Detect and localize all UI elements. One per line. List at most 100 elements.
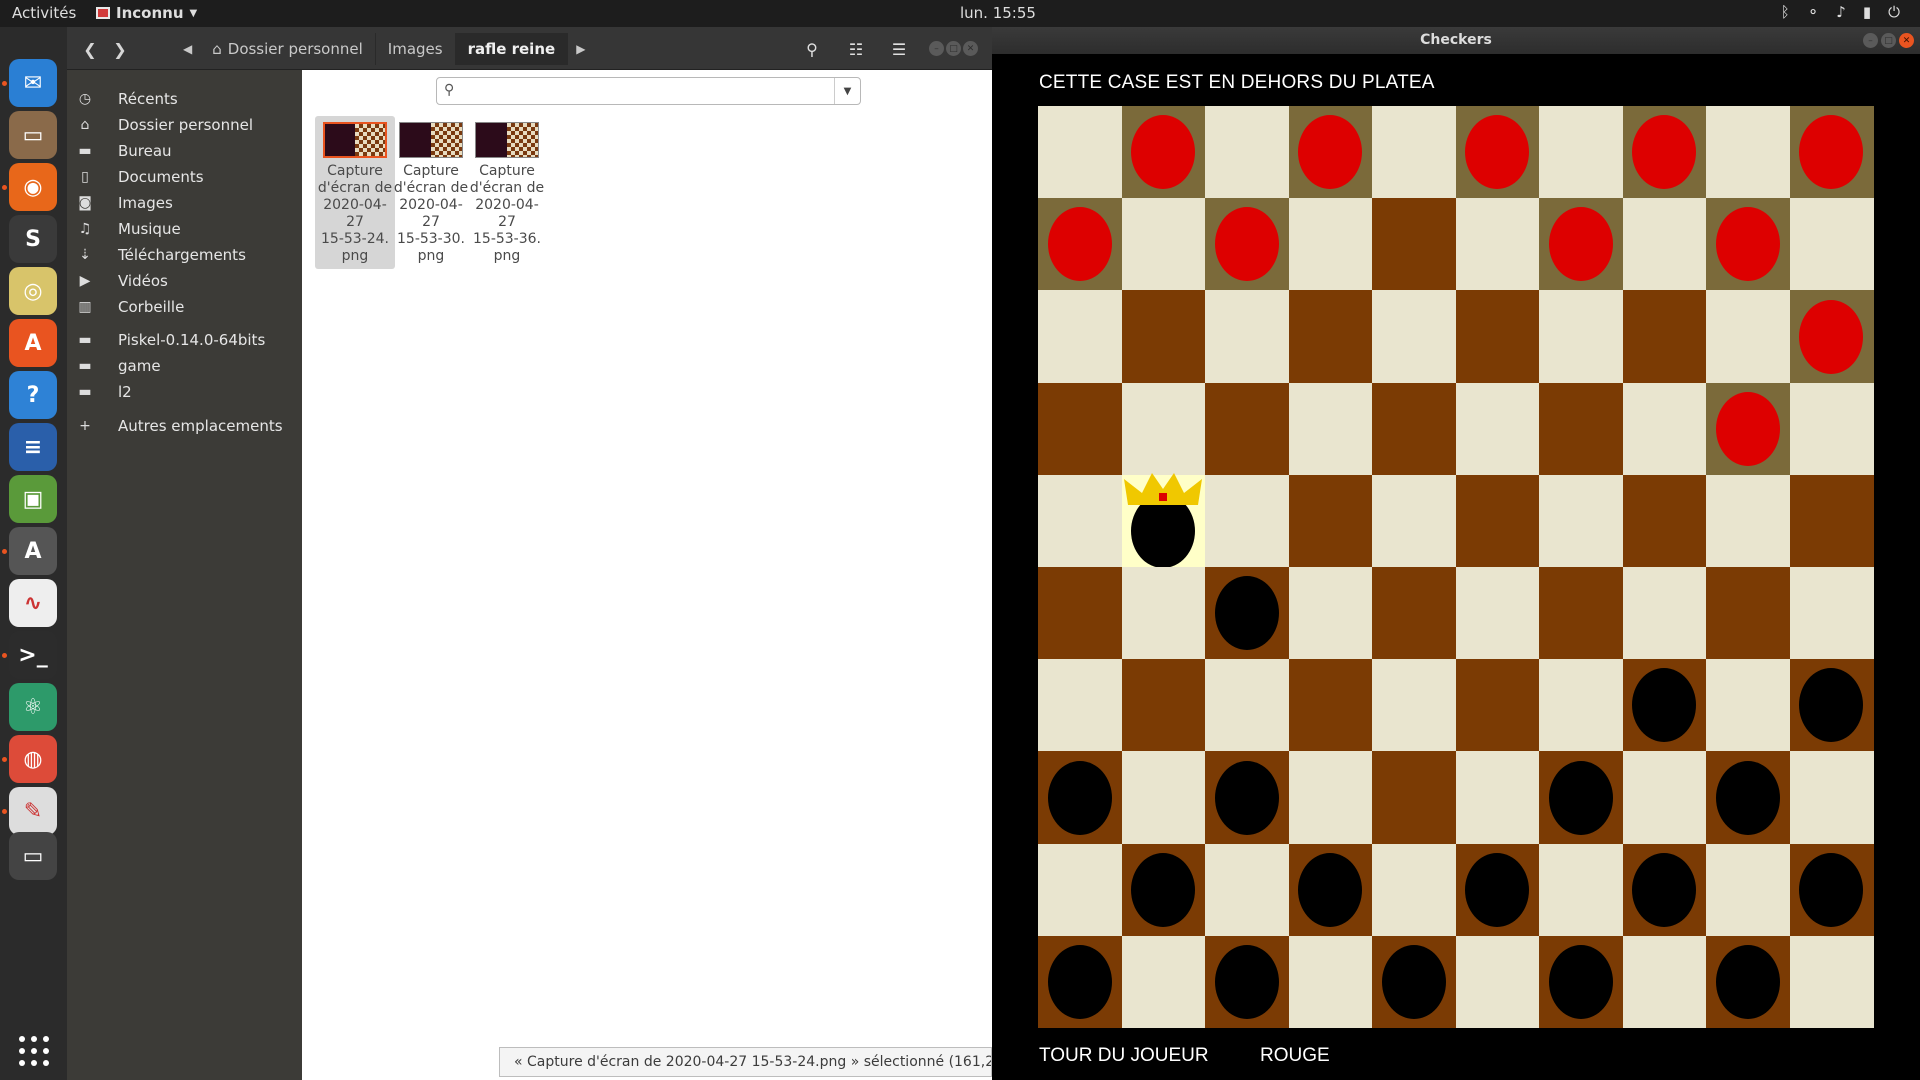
checkers-close-button[interactable]: ✕	[1899, 33, 1914, 48]
board-square[interactable]	[1622, 290, 1707, 384]
board-square[interactable]	[1288, 198, 1373, 291]
atom-icon[interactable]: ⚛	[9, 683, 57, 731]
file-item[interactable]: Capture d'écran de 2020-04-27 15-53-36. …	[467, 116, 547, 269]
board-square[interactable]	[1455, 382, 1540, 476]
black-piece[interactable]	[1298, 852, 1363, 927]
battery-icon[interactable]: ▮	[1863, 3, 1871, 21]
board-square[interactable]	[1121, 567, 1206, 660]
software-center-icon[interactable]: A	[9, 319, 57, 367]
system-tray[interactable]: ᛒ ⚬ ♪ ▮ ⏻	[1781, 3, 1900, 21]
view-toggle-button[interactable]: ☷	[837, 33, 875, 65]
board-square[interactable]	[1038, 659, 1122, 752]
image-viewer-icon[interactable]: ▣	[9, 475, 57, 523]
board-square[interactable]	[1455, 198, 1540, 291]
board-square[interactable]	[1372, 843, 1456, 937]
black-piece[interactable]	[1548, 760, 1613, 835]
board-square[interactable]	[1038, 290, 1122, 384]
breadcrumb-home[interactable]: ⌂ Dossier personnel	[200, 33, 376, 65]
board-square[interactable]	[1706, 474, 1790, 568]
board-square[interactable]	[1038, 567, 1122, 660]
board-square[interactable]	[1121, 198, 1206, 291]
volume-icon[interactable]: ♪	[1836, 3, 1846, 21]
board-square[interactable]	[1288, 567, 1373, 660]
black-piece[interactable]	[1047, 944, 1112, 1019]
board-square[interactable]	[1455, 474, 1540, 568]
board-square[interactable]	[1121, 290, 1206, 384]
checkers-maximize-button[interactable]: □	[1881, 33, 1896, 48]
board-square[interactable]	[1455, 751, 1540, 845]
network-icon[interactable]: ⚬	[1807, 3, 1820, 21]
firefox-icon[interactable]: ◉	[9, 163, 57, 211]
text-editor-icon[interactable]: ✎	[9, 787, 57, 835]
board-square[interactable]	[1372, 290, 1456, 384]
thunderbird-icon[interactable]: ✉	[9, 59, 57, 107]
board-square[interactable]	[1789, 474, 1874, 568]
board-square[interactable]	[1539, 474, 1623, 568]
red-piece[interactable]	[1799, 115, 1864, 190]
files-icon[interactable]: ▭	[9, 111, 57, 159]
board-square[interactable]	[1706, 290, 1790, 384]
board-square[interactable]	[1539, 659, 1623, 752]
board-square[interactable]	[1539, 290, 1623, 384]
board-square[interactable]	[1622, 935, 1707, 1029]
board-square[interactable]	[1455, 290, 1540, 384]
sidebar-item-corbeille[interactable]: ▥ Corbeille	[67, 292, 302, 322]
black-piece[interactable]	[1214, 576, 1279, 651]
board-square[interactable]	[1121, 659, 1206, 752]
board-square[interactable]	[1706, 843, 1790, 937]
board-square[interactable]	[1455, 935, 1540, 1029]
board-square[interactable]	[1372, 106, 1456, 199]
black-piece[interactable]	[1047, 760, 1112, 835]
breadcrumb-images[interactable]: Images	[376, 33, 456, 65]
forward-button[interactable]: ❯	[105, 34, 135, 64]
checkers-minimize-button[interactable]: –	[1863, 33, 1878, 48]
board-square[interactable]	[1539, 567, 1623, 660]
checkers-board[interactable]	[1038, 106, 1874, 1029]
search-input[interactable]	[463, 81, 823, 101]
window-icon[interactable]: ▭	[9, 832, 57, 880]
board-square[interactable]	[1539, 382, 1623, 476]
red-piece[interactable]	[1632, 115, 1697, 190]
black-piece[interactable]	[1131, 852, 1196, 927]
board-square[interactable]	[1706, 567, 1790, 660]
board-square[interactable]	[1455, 567, 1540, 660]
board-square[interactable]	[1789, 198, 1874, 291]
board-square[interactable]	[1706, 659, 1790, 752]
software-updater-icon[interactable]: A	[9, 527, 57, 575]
black-piece[interactable]	[1799, 852, 1864, 927]
board-square[interactable]	[1205, 659, 1289, 752]
board-square[interactable]	[1038, 843, 1122, 937]
board-square[interactable]	[1205, 382, 1289, 476]
file-item[interactable]: Capture d'écran de 2020-04-27 15-53-24. …	[315, 116, 395, 269]
board-square[interactable]	[1288, 751, 1373, 845]
sublime-text-icon[interactable]: S	[9, 215, 57, 263]
board-square[interactable]	[1789, 567, 1874, 660]
board-square[interactable]	[1038, 106, 1122, 199]
red-piece[interactable]	[1548, 207, 1613, 282]
maximize-button[interactable]: □	[946, 41, 961, 56]
board-square[interactable]	[1288, 382, 1373, 476]
board-square[interactable]	[1372, 659, 1456, 752]
show-applications-icon[interactable]	[19, 1036, 49, 1066]
board-square[interactable]	[1622, 751, 1707, 845]
board-square[interactable]	[1288, 935, 1373, 1029]
board-square[interactable]	[1372, 382, 1456, 476]
board-square[interactable]	[1288, 290, 1373, 384]
search-field[interactable]: ⚲ ▼	[436, 77, 861, 105]
board-square[interactable]	[1539, 106, 1623, 199]
file-item[interactable]: Capture d'écran de 2020-04-27 15-53-30. …	[391, 116, 471, 269]
close-button[interactable]: ✕	[963, 41, 978, 56]
board-square[interactable]	[1205, 290, 1289, 384]
red-piece[interactable]	[1298, 115, 1363, 190]
board-square[interactable]	[1622, 382, 1707, 476]
board-square[interactable]	[1288, 659, 1373, 752]
search-button[interactable]: ⚲	[793, 33, 831, 65]
back-button[interactable]: ❮	[75, 34, 105, 64]
black-piece[interactable]	[1465, 852, 1530, 927]
red-piece[interactable]	[1047, 207, 1112, 282]
search-options-dropdown[interactable]: ▼	[834, 78, 860, 104]
board-square[interactable]	[1121, 382, 1206, 476]
board-square[interactable]	[1288, 474, 1373, 568]
black-piece[interactable]	[1632, 852, 1697, 927]
board-square[interactable]	[1789, 935, 1874, 1029]
